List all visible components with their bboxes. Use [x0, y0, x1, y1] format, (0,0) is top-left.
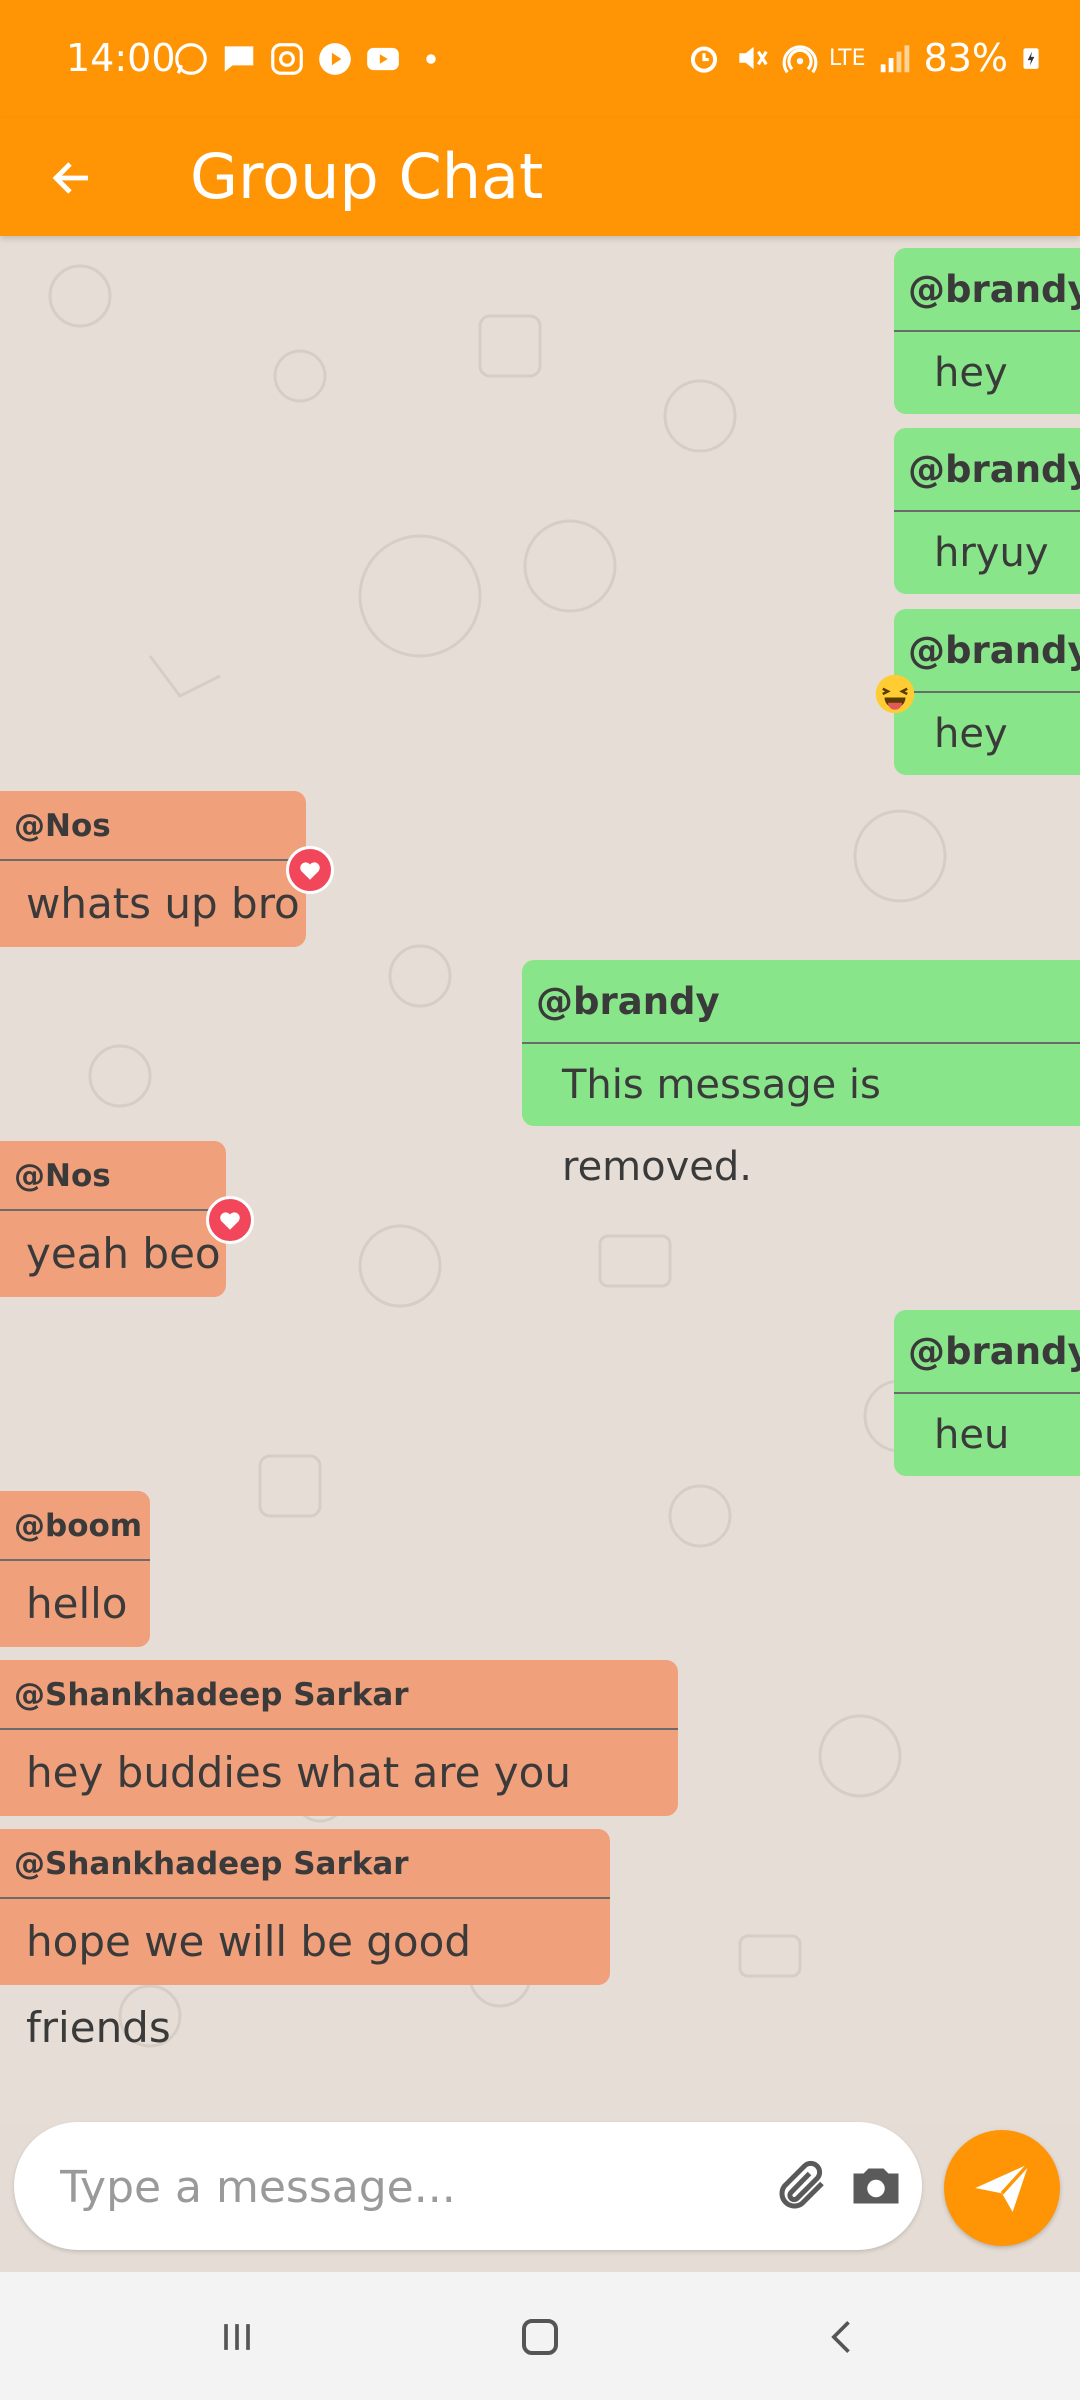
message-sender: @brandy — [522, 960, 1080, 1044]
page-title: Group Chat — [190, 140, 544, 213]
message-text: This message is removed. — [562, 1062, 881, 1190]
paperclip-icon — [779, 2160, 824, 2209]
app-bar: Group Chat — [0, 118, 1080, 236]
status-right: LTE 83% — [685, 36, 1044, 80]
signal-icon — [880, 45, 909, 73]
notification-icons — [172, 40, 450, 78]
send-icon — [975, 2162, 1030, 2212]
camera-icon — [853, 2168, 899, 2204]
message-bubble-received[interactable]: @Nos whats up bro — [0, 791, 306, 947]
hotspot-icon — [782, 45, 818, 74]
message-bubble-sent[interactable]: @brandy hryuy — [894, 428, 1080, 594]
heart-reaction-icon — [206, 1196, 254, 1244]
message-sender: @brandy — [894, 1310, 1080, 1394]
system-navigation-bar — [0, 2272, 1080, 2400]
chat-area[interactable]: @brandy hey @brandy hryuy @brandy hey @N… — [0, 236, 1080, 2126]
message-bubble-received[interactable]: @boom hello — [0, 1491, 150, 1647]
message-text: hope we will be good friends — [26, 1917, 471, 2052]
network-label: LTE — [828, 45, 866, 71]
message-icon — [224, 46, 254, 72]
message-bubble-sent[interactable]: @brandy heu — [894, 1310, 1080, 1476]
message-text: heu — [934, 1412, 1010, 1458]
play-icon — [319, 43, 351, 75]
home-icon — [522, 2319, 558, 2355]
attach-button[interactable] — [772, 2156, 832, 2216]
battery-icon — [1023, 48, 1039, 69]
home-button[interactable] — [505, 2302, 575, 2372]
message-text: hey — [934, 711, 1008, 757]
system-back-icon — [831, 2321, 850, 2353]
message-text: hryuy — [934, 530, 1049, 576]
instagram-icon — [271, 43, 303, 75]
message-sender: @Nos — [0, 1141, 226, 1211]
message-text: whats up bro — [26, 879, 300, 928]
message-sender: @Nos — [0, 791, 306, 861]
mute-icon — [739, 46, 768, 70]
message-bubble-sent[interactable]: @brandy hey — [894, 609, 1080, 775]
message-text: hey buddies what are you doing — [26, 1748, 571, 1883]
send-button[interactable] — [944, 2130, 1060, 2246]
message-bubble-received[interactable]: @Nos yeah beo — [0, 1141, 226, 1297]
camera-button[interactable] — [846, 2156, 906, 2216]
message-text: hey — [934, 350, 1008, 396]
status-time: 14:00 — [66, 36, 176, 80]
whatsapp-icon — [175, 43, 207, 75]
recent-apps-icon — [224, 2324, 250, 2350]
back-button[interactable] — [42, 138, 102, 218]
message-text: hello — [26, 1579, 128, 1628]
youtube-icon — [367, 47, 399, 71]
message-bubble-sent[interactable]: @brandy hey — [894, 248, 1080, 414]
message-sender: @brandy — [894, 428, 1080, 512]
battery-percent: 83% — [923, 36, 1008, 80]
message-sender: @boom — [0, 1491, 150, 1561]
heart-reaction-icon — [286, 846, 334, 894]
dot-icon — [426, 54, 436, 64]
system-back-button[interactable] — [808, 2302, 878, 2372]
message-sender: @Shankhadeep Sarkar — [0, 1660, 678, 1730]
message-bubble-received[interactable]: @Shankhadeep Sarkar hey buddies what are… — [0, 1660, 678, 1883]
message-sender: @Shankhadeep Sarkar — [0, 1829, 610, 1899]
message-composer — [14, 2122, 922, 2250]
message-input[interactable] — [58, 2150, 752, 2224]
status-bar: 14:00 LTE 83% — [0, 0, 1080, 118]
message-bubble-received[interactable]: @Shankhadeep Sarkar hope we will be good… — [0, 1829, 610, 2052]
laughing-emoji-icon — [875, 674, 915, 714]
message-text: yeah beo — [26, 1229, 221, 1278]
message-sender: @brandy — [894, 609, 1080, 693]
recent-apps-button[interactable] — [202, 2302, 272, 2372]
message-sender: @brandy — [894, 248, 1080, 332]
alarm-icon — [690, 46, 718, 73]
back-arrow-icon — [52, 162, 88, 194]
message-bubble-sent[interactable]: @brandy This message is removed. — [522, 960, 1080, 1190]
